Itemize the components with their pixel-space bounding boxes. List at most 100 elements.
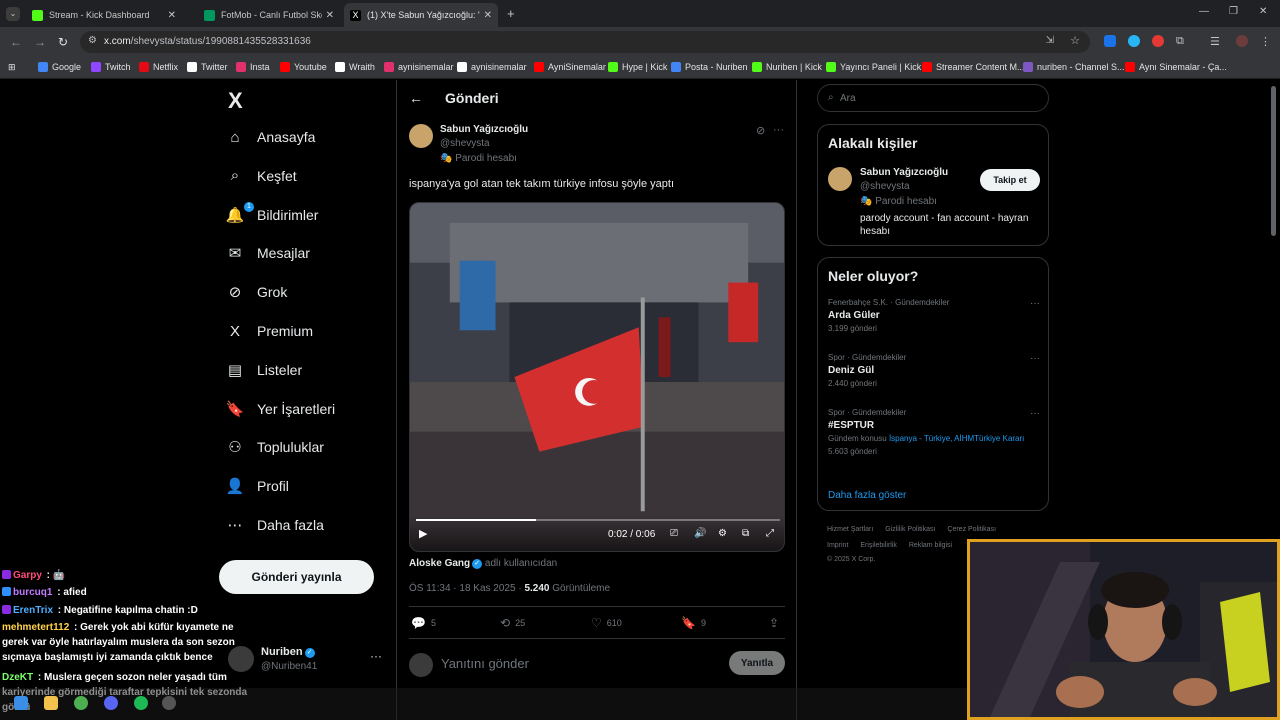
footer-link[interactable]: Hizmet Şartları [827, 526, 873, 533]
bookmark-item[interactable]: aynisinemalar [384, 62, 454, 72]
nav-item-mesajlar[interactable]: ✉ Mesajlar [226, 244, 310, 262]
bookmark-item[interactable]: Netflix [139, 62, 178, 72]
extension-icon[interactable] [1152, 35, 1164, 47]
forward-icon[interactable]: → [34, 35, 46, 49]
url-field[interactable]: ⚙ x.com/shevysta/status/1990881435528331… [80, 31, 1090, 53]
extension-icon[interactable] [1128, 35, 1140, 47]
site-info-icon[interactable]: ⚙ [88, 35, 97, 46]
bookmark-item[interactable]: Nuriben | Kick [752, 62, 822, 72]
bookmark-item[interactable]: Google [38, 62, 81, 72]
related-name[interactable]: Sabun Yağızcıoğlu [860, 167, 948, 178]
nav-item-bildirimler[interactable]: 🔔 1 Bildirimler [226, 201, 318, 224]
trend-item[interactable]: Spor · Gündemdekiler #ESPTUR Gündem konu… [828, 408, 1040, 456]
reply-input[interactable]: Yanıtını gönder [441, 656, 529, 671]
browser-tab-x-post[interactable]: X (1) X'te Sabun Yağızcıoğlu: "isp... ✕ [344, 3, 498, 27]
bookmark-action[interactable]: 🔖 9 [681, 616, 706, 630]
trend-context-links[interactable]: İspanya - Türkiye, AİHMTürkiye Kararı [889, 434, 1024, 443]
nav-item-keşfet[interactable]: ⌕ Keşfet [226, 167, 297, 185]
bookmark-item[interactable]: Aynı Sinemalar - Ça... [1125, 62, 1227, 72]
nav-item-premium[interactable]: X Premium [226, 322, 313, 340]
app-icon[interactable] [162, 696, 176, 710]
more-dots-icon[interactable]: ··· [773, 124, 784, 136]
fullscreen-icon[interactable]: ⤢ [766, 528, 774, 539]
repost-action[interactable]: ⟲ 25 [500, 616, 525, 630]
more-dots-icon[interactable]: ··· [1030, 408, 1040, 419]
x-logo-icon[interactable]: X [228, 88, 243, 114]
extension-icon[interactable] [1104, 35, 1116, 47]
bookmark-item[interactable]: Youtube [280, 62, 327, 72]
author-name[interactable]: Sabun Yağızcıoğlu [440, 124, 528, 135]
close-icon[interactable]: ✕ [484, 10, 492, 21]
trend-item[interactable]: Fenerbahçe S.K. · Gündemdekiler Arda Gül… [828, 298, 1040, 333]
account-switcher[interactable]: Nuriben ✓ @Nuriben41 ··· [228, 643, 393, 683]
back-icon[interactable]: ← [10, 35, 22, 49]
share-action[interactable]: ⇪ [769, 616, 784, 630]
trend-item[interactable]: Spor · Gündemdekiler Deniz Gül 2.440 gön… [828, 353, 1040, 388]
grok-icon[interactable]: ⊘ [756, 124, 765, 137]
related-handle[interactable]: @shevysta [860, 181, 910, 192]
close-icon[interactable]: ✕ [326, 10, 334, 21]
play-icon[interactable]: ▶ [419, 527, 427, 540]
browser-tab-kick-dashboard[interactable]: Stream - Kick Dashboard ✕ [26, 3, 182, 27]
chrome-icon[interactable] [74, 696, 88, 710]
discord-icon[interactable] [104, 696, 118, 710]
bookmark-item[interactable]: aynisinemalar [457, 62, 527, 72]
nav-item-grok[interactable]: ⊘ Grok [226, 283, 288, 301]
volume-icon[interactable]: 🔊 [694, 528, 706, 539]
bookmark-item[interactable]: Wraith [335, 62, 375, 72]
show-more-link[interactable]: Daha fazla göster [828, 490, 906, 501]
reply-action[interactable]: 💬 5 [411, 616, 436, 630]
author-avatar[interactable] [409, 124, 433, 148]
avatar[interactable] [828, 167, 852, 191]
nav-item-anasayfa[interactable]: ⌂ Anasayfa [226, 128, 315, 146]
follow-button[interactable]: Takip et [980, 169, 1040, 191]
bookmark-item[interactable]: Hype | Kick [608, 62, 667, 72]
footer-link[interactable]: Erişilebilirlik [860, 542, 897, 549]
windows-start-icon[interactable] [14, 696, 28, 710]
footer-link[interactable]: Reklam bilgisi [909, 542, 952, 549]
tab-search-icon[interactable]: ⌄ [6, 7, 20, 21]
bookmark-item[interactable]: nuriben - Channel S... [1023, 62, 1125, 72]
author-handle[interactable]: @shevysta [440, 138, 490, 149]
bookmark-item[interactable]: Yayıncı Paneli | Kick [826, 62, 921, 72]
video-progress-bar[interactable] [416, 519, 780, 521]
puzzle-icon[interactable]: ⧉ [1176, 35, 1188, 47]
bookmark-item[interactable]: Twitter [187, 62, 228, 72]
window-close-icon[interactable]: ✕ [1259, 6, 1267, 17]
bookmark-item[interactable]: Streamer Content M... [922, 62, 1025, 72]
spotify-icon[interactable] [134, 696, 148, 710]
nav-item-listeler[interactable]: ▤ Listeler [226, 361, 302, 379]
reply-button[interactable]: Yanıtla [729, 651, 785, 675]
settings-icon[interactable]: ⚙ [718, 528, 727, 539]
reload-icon[interactable]: ↻ [58, 35, 68, 49]
credit-name[interactable]: Aloske Gang [409, 558, 470, 569]
nav-item-yer-i-şaretleri[interactable]: 🔖 Yer İşaretleri [226, 400, 335, 418]
install-icon[interactable]: ⇲ [1046, 35, 1054, 46]
footer-link[interactable]: Gizlilik Politikası [885, 526, 935, 533]
captions-icon[interactable]: ⎚ [670, 528, 678, 539]
more-dots-icon[interactable]: ··· [370, 649, 382, 663]
nav-item-profil[interactable]: 👤 Profil [226, 477, 289, 495]
bookmark-item[interactable]: Posta - Nuriben [671, 62, 748, 72]
footer-link[interactable]: Çerez Politikası [947, 526, 996, 533]
bookmark-item[interactable]: AyniSinemalar [534, 62, 606, 72]
menu-dots-icon[interactable]: ⋮ [1260, 35, 1272, 48]
file-explorer-icon[interactable] [44, 696, 58, 710]
new-tab-icon[interactable]: + [507, 6, 515, 21]
apps-grid-icon[interactable]: ⊞ [8, 62, 16, 73]
star-icon[interactable]: ☆ [1070, 34, 1080, 47]
tab-list-icon[interactable]: ☰ [1210, 35, 1222, 48]
more-dots-icon[interactable]: ··· [1030, 353, 1040, 364]
profile-avatar[interactable] [1236, 35, 1248, 47]
close-icon[interactable]: ✕ [168, 10, 176, 21]
nav-item-topluluklar[interactable]: ⚇ Topluluklar [226, 438, 324, 456]
nav-item-daha-fazla[interactable]: ⋯ Daha fazla [226, 516, 324, 534]
footer-link[interactable]: Imprint [827, 542, 848, 549]
like-action[interactable]: ♡ 610 [591, 616, 622, 630]
browser-tab-fotmob[interactable]: FotMob - Canlı Futbol Skorları ✕ [198, 3, 340, 27]
video-player[interactable]: ▶ 0:02 / 0:06 ⎚ 🔊 ⚙ ⧉ ⤢ [409, 202, 785, 552]
minimize-icon[interactable]: — [1199, 6, 1209, 17]
more-dots-icon[interactable]: ··· [1030, 298, 1040, 309]
back-arrow-icon[interactable]: ← [409, 90, 423, 106]
bookmark-item[interactable]: Twitch [91, 62, 131, 72]
